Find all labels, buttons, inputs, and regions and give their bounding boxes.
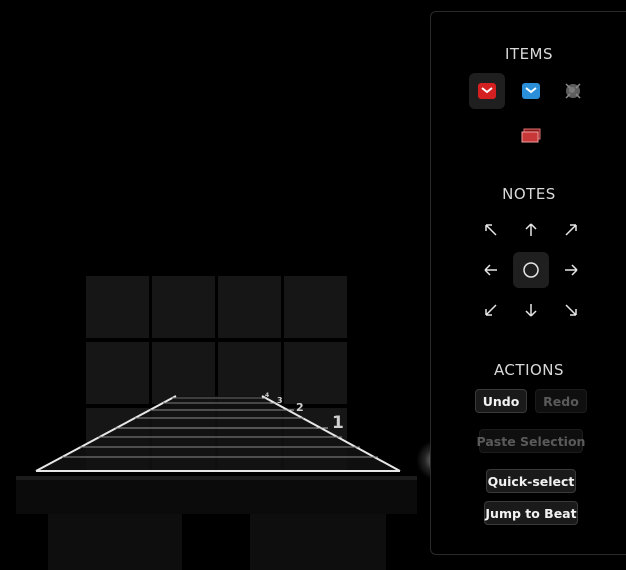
- paste-selection-button[interactable]: Paste Selection: [477, 429, 585, 453]
- note-dot-button[interactable]: [513, 252, 549, 288]
- track-scene[interactable]: 1 2 3 4: [0, 0, 430, 570]
- note-down-right-button[interactable]: [553, 292, 589, 328]
- arrow-left-icon: [484, 264, 497, 276]
- note-down-left-button[interactable]: [473, 292, 509, 328]
- note-up-button[interactable]: [513, 212, 549, 248]
- note-down-button[interactable]: [513, 292, 549, 328]
- bomb-item-button[interactable]: [555, 73, 591, 109]
- arrow-down-right-icon: [565, 304, 577, 316]
- platform: [16, 476, 417, 570]
- blue-block-icon: [522, 83, 540, 99]
- arrow-down-left-icon: [485, 304, 497, 316]
- quick-select-button[interactable]: Quick-select: [486, 469, 576, 493]
- arrow-down-icon: [525, 304, 537, 317]
- items-title: ITEMS: [504, 45, 554, 63]
- note-up-left-button[interactable]: [473, 212, 509, 248]
- notes-title: NOTES: [502, 185, 556, 203]
- beat-label-2: 2: [296, 401, 304, 414]
- red-block-item-button[interactable]: [469, 73, 505, 109]
- dot-note-icon: [523, 262, 539, 278]
- redo-button[interactable]: Redo: [535, 389, 587, 413]
- arrow-up-icon: [525, 223, 537, 236]
- actions-title: ACTIONS: [493, 361, 565, 379]
- beat-label-1: 1: [332, 413, 344, 433]
- arrow-up-left-icon: [485, 224, 497, 236]
- wall-icon: [521, 128, 541, 143]
- note-left-button[interactable]: [473, 252, 509, 288]
- blue-block-item-button[interactable]: [513, 73, 549, 109]
- wall-item-button[interactable]: [513, 118, 549, 154]
- bomb-icon: [565, 83, 581, 99]
- undo-button[interactable]: Undo: [475, 389, 527, 413]
- side-panel: ITEMS NOTES ACTIONS Undo Redo Paste Sele…: [430, 11, 626, 555]
- note-right-button[interactable]: [553, 252, 589, 288]
- arrow-up-right-icon: [565, 224, 577, 236]
- note-up-right-button[interactable]: [553, 212, 589, 248]
- beat-label-3: 3: [277, 396, 283, 405]
- arrow-right-icon: [565, 264, 578, 276]
- editor-viewport: 1 2 3 4 ITEMS NOTES ACTIONS Undo Redo Pa…: [0, 0, 626, 570]
- red-block-icon: [478, 83, 496, 99]
- beat-label-4: 4: [265, 392, 269, 399]
- jump-to-beat-button[interactable]: Jump to Beat: [484, 501, 578, 525]
